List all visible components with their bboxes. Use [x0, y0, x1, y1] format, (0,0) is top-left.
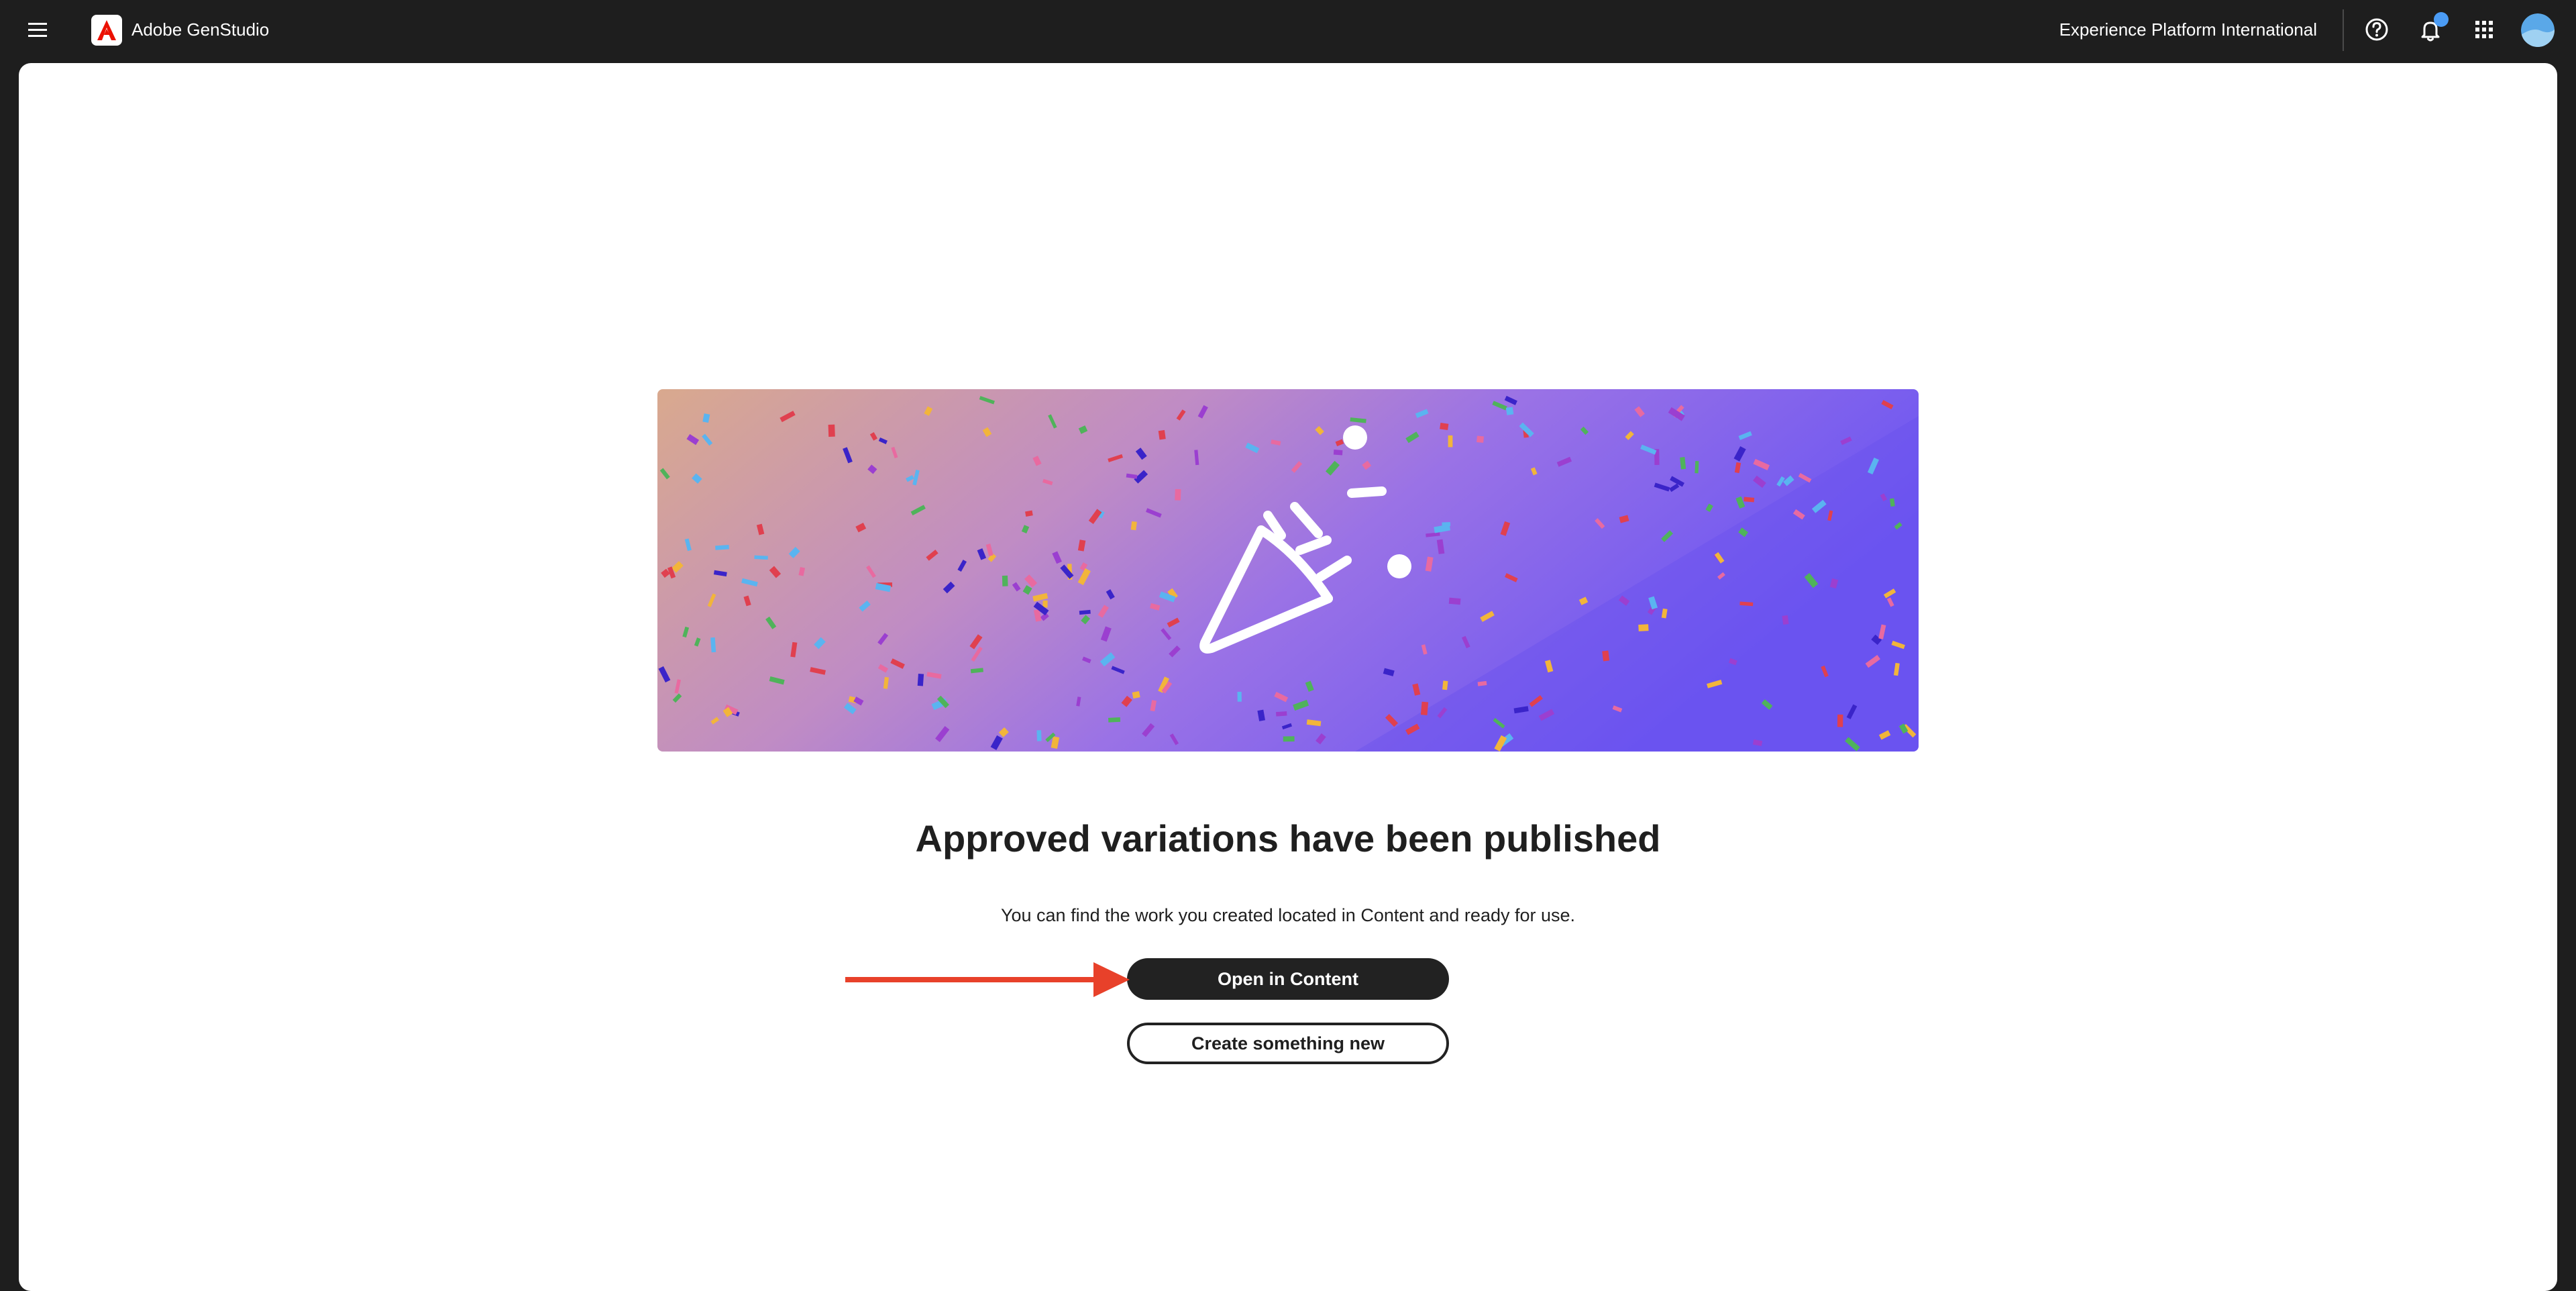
confetti-piece [828, 424, 835, 437]
create-something-new-button[interactable]: Create something new [1127, 1023, 1449, 1064]
confetti-piece [1130, 521, 1137, 531]
app-brand-name[interactable]: Adobe GenStudio [131, 17, 269, 42]
notification-badge [2434, 12, 2449, 27]
open-in-content-button[interactable]: Open in Content [1127, 958, 1449, 1000]
confetti-piece [1602, 650, 1610, 662]
confetti-piece [1042, 600, 1048, 608]
red-arrow-icon [845, 962, 1130, 997]
confetti-piece [1477, 435, 1484, 443]
confetti-piece [1448, 597, 1461, 605]
confetti-illustration [657, 389, 1919, 752]
confetti-piece [1505, 407, 1514, 415]
confetti-piece [917, 674, 924, 686]
organization-switcher[interactable]: Experience Platform International [2059, 17, 2317, 42]
topbar-divider [2343, 9, 2344, 51]
main-content-card: Approved variations have been published … [19, 63, 2557, 1291]
confetti-piece [1333, 450, 1343, 456]
confetti-piece [1002, 575, 1008, 586]
top-bar: Adobe GenStudio Experience Platform Inte… [0, 0, 2576, 62]
apps-grid-icon[interactable] [2469, 15, 2499, 44]
page-description: You can find the work you created locate… [1000, 905, 1576, 925]
confetti-piece [1440, 423, 1449, 431]
confetti-piece [1237, 691, 1242, 702]
confetti-piece [754, 555, 768, 560]
confetti-piece [1175, 488, 1181, 501]
confetti-piece [1108, 717, 1121, 723]
confetti-piece [1638, 624, 1649, 631]
confetti-piece [1132, 690, 1140, 699]
confetti-piece [1036, 730, 1042, 741]
hamburger-menu-icon[interactable] [27, 19, 48, 40]
confetti-piece [1442, 680, 1448, 690]
user-avatar[interactable] [2521, 13, 2555, 47]
celebration-banner [657, 389, 1919, 752]
help-icon[interactable] [2362, 15, 2392, 44]
confetti-piece [1283, 736, 1295, 742]
adobe-logo-icon[interactable] [91, 15, 122, 46]
page-title: Approved variations have been published [915, 817, 1661, 860]
confetti-piece [1420, 701, 1429, 715]
confetti-piece [1158, 429, 1166, 440]
confetti-ball [1343, 425, 1367, 450]
confetti-piece [1695, 460, 1699, 474]
confetti-piece [1448, 435, 1453, 448]
confetti-piece [1837, 714, 1843, 727]
confetti-ball [1387, 554, 1411, 578]
confetti-piece [1743, 497, 1755, 503]
confetti-piece [1275, 711, 1287, 717]
